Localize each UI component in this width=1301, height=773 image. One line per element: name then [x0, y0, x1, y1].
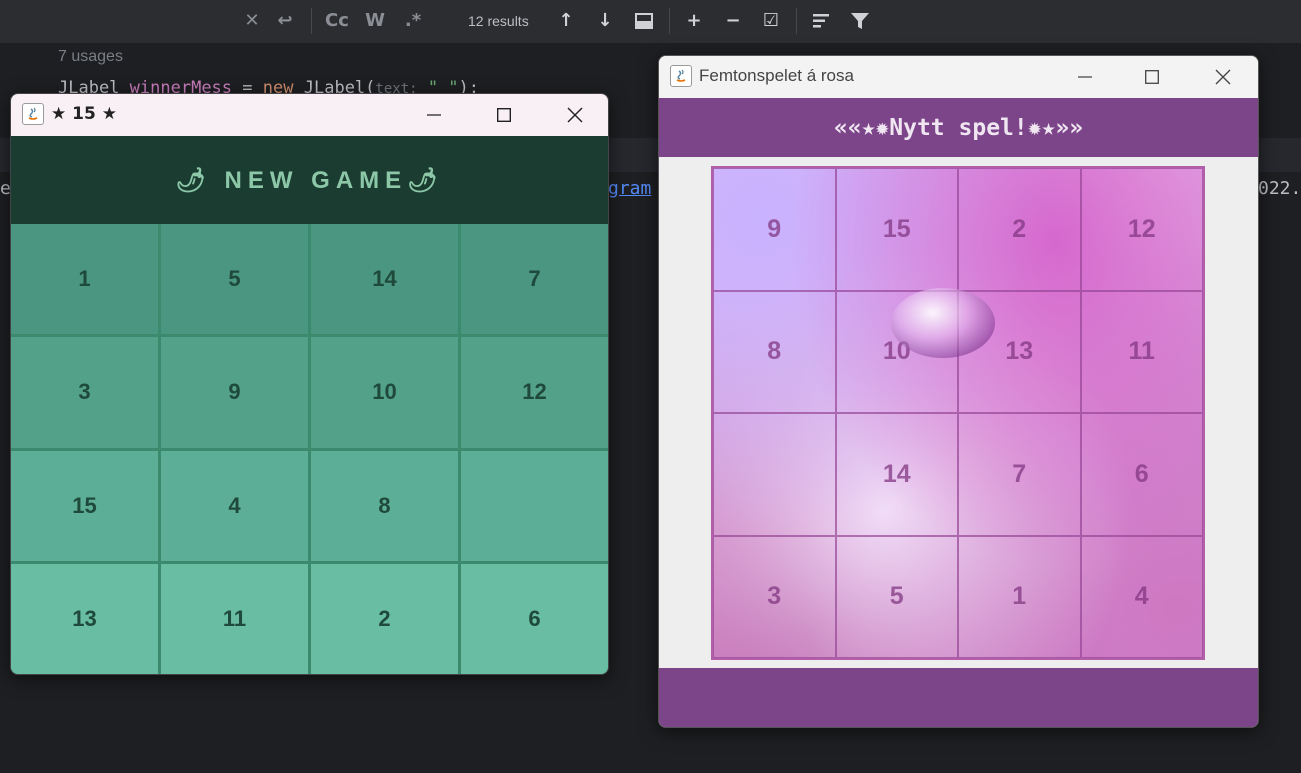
ide-find-toolbar: ✕ ↩ Cc W .* 12 results ↑ ↓ + − ☑: [0, 0, 1301, 44]
puzzle-tile[interactable]: 4: [1080, 535, 1203, 658]
puzzle-tile[interactable]: 15: [835, 168, 958, 291]
puzzle-tile[interactable]: 3: [11, 337, 158, 448]
match-case-toggle[interactable]: Cc: [322, 8, 352, 34]
puzzle-tile[interactable]: 5: [161, 224, 308, 335]
puzzle-tile[interactable]: 14: [835, 413, 958, 536]
title-bar[interactable]: ★ 15 ★: [11, 94, 608, 136]
open-in-window-icon[interactable]: [631, 8, 657, 34]
filter-options-icon[interactable]: [808, 8, 834, 34]
minimize-icon[interactable]: [1062, 56, 1108, 98]
window-title: Femtonspelet á rosa: [699, 66, 854, 85]
puzzle-tile[interactable]: 7: [958, 413, 1081, 536]
puzzle-grid: 1 5 14 7 3 9 10 12 15 4 8 13 11 2 6: [11, 224, 608, 674]
puzzle-tile[interactable]: 6: [1080, 413, 1203, 536]
select-all-occurrences-icon[interactable]: ☑: [757, 8, 785, 34]
puzzle-tile[interactable]: 8: [713, 290, 836, 413]
next-occurrence-icon[interactable]: ↓: [592, 8, 618, 34]
code-fragment-right: 022.: [1258, 178, 1301, 199]
maximize-icon[interactable]: [1129, 56, 1175, 98]
puzzle-tile[interactable]: 14: [311, 224, 458, 335]
remove-selection-icon[interactable]: −: [719, 8, 747, 34]
filter-icon[interactable]: [847, 8, 873, 34]
puzzle-tile[interactable]: 11: [161, 563, 308, 674]
game-window-green: ★ 15 ★ 🌶 NEW GAME🌶 1 5 14 7 3 9 10 12 15 4 8 13 11 2 6: [10, 93, 609, 675]
puzzle-tile[interactable]: 2: [311, 563, 458, 674]
title-bar[interactable]: Femtonspelet á rosa: [659, 56, 1258, 98]
new-game-button[interactable]: ««★✹Nytt spel!✹★»»: [659, 98, 1258, 157]
toolbar-separator: [796, 8, 797, 34]
game-window-pink: Femtonspelet á rosa ««★✹Nytt spel!✹★»» 9…: [658, 55, 1259, 728]
puzzle-tile[interactable]: 11: [1080, 290, 1203, 413]
puzzle-tile[interactable]: 12: [1080, 168, 1203, 291]
regex-toggle[interactable]: .*: [400, 8, 426, 34]
close-search-icon[interactable]: ✕: [240, 8, 264, 34]
empty-tile[interactable]: [713, 413, 836, 536]
puzzle-tile[interactable]: 7: [461, 224, 608, 335]
puzzle-tile[interactable]: 5: [835, 535, 958, 658]
replace-icon[interactable]: ↩: [272, 8, 298, 34]
puzzle-tile[interactable]: 3: [713, 535, 836, 658]
puzzle-tile[interactable]: 9: [161, 337, 308, 448]
window-title: ★ 15 ★: [51, 104, 117, 124]
puzzle-tile[interactable]: 12: [461, 337, 608, 448]
puzzle-tile[interactable]: 13: [958, 290, 1081, 413]
search-results-count: 12 results: [468, 13, 529, 29]
java-app-icon: [22, 103, 44, 125]
puzzle-tile[interactable]: 6: [461, 563, 608, 674]
code-link-fragment[interactable]: gram: [608, 178, 651, 199]
puzzle-tile[interactable]: 4: [161, 450, 308, 561]
toolbar-separator: [311, 8, 312, 34]
puzzle-tile[interactable]: 1: [958, 535, 1081, 658]
maximize-icon[interactable]: [481, 94, 527, 136]
puzzle-tile[interactable]: 8: [311, 450, 458, 561]
puzzle-grid: 9 15 2 12 8 10 13 11 14 7 6 3 5 1 4: [711, 166, 1205, 660]
whole-word-toggle[interactable]: W: [362, 8, 388, 34]
puzzle-tile[interactable]: 2: [958, 168, 1081, 291]
close-icon[interactable]: [552, 94, 598, 136]
minimize-icon[interactable]: [411, 94, 457, 136]
puzzle-tile[interactable]: 9: [713, 168, 836, 291]
usages-hint[interactable]: 7 usages: [58, 48, 123, 66]
puzzle-tile[interactable]: 13: [11, 563, 158, 674]
previous-occurrence-icon[interactable]: ↑: [553, 8, 579, 34]
puzzle-tile[interactable]: 1: [11, 224, 158, 335]
puzzle-tile[interactable]: 10: [835, 290, 958, 413]
java-app-icon: [670, 65, 692, 87]
status-bar: [659, 668, 1258, 727]
empty-tile[interactable]: [461, 450, 608, 561]
new-game-button[interactable]: 🌶 NEW GAME🌶: [11, 136, 608, 224]
puzzle-tile[interactable]: 15: [11, 450, 158, 561]
add-selection-icon[interactable]: +: [680, 8, 708, 34]
puzzle-tile[interactable]: 10: [311, 337, 458, 448]
toolbar-separator: [669, 8, 670, 34]
close-icon[interactable]: [1200, 56, 1246, 98]
